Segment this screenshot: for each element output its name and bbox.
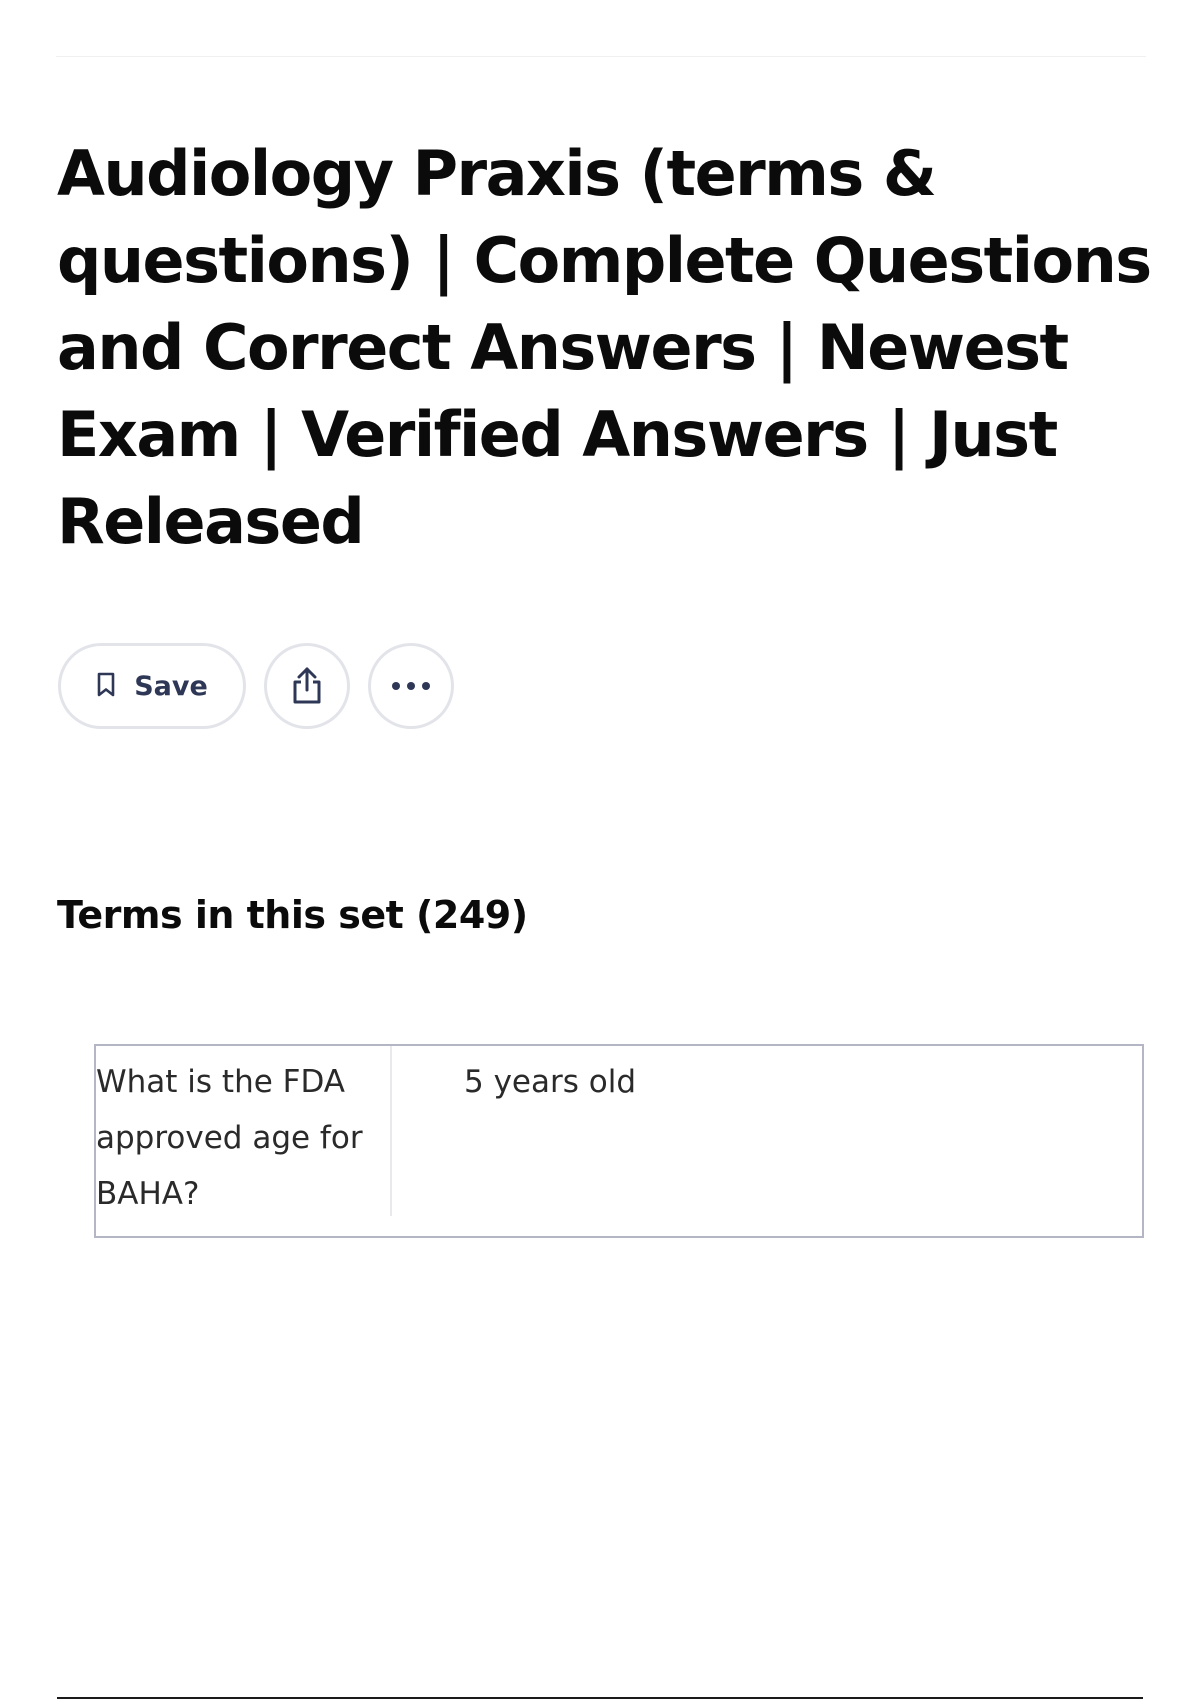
top-divider (56, 56, 1146, 57)
term-text: What is the FDA approved age for BAHA? (96, 1064, 363, 1212)
terms-section-heading: Terms in this set (249) (57, 893, 528, 937)
more-options-button[interactable] (368, 643, 454, 729)
action-bar: Save (58, 643, 472, 729)
card-divider (390, 1046, 392, 1216)
bottom-divider (57, 1697, 1143, 1699)
term-card[interactable]: What is the FDA approved age for BAHA? 5… (94, 1044, 1144, 1238)
save-button[interactable]: Save (58, 643, 246, 729)
share-icon (289, 665, 325, 708)
page-title: Audiology Praxis (terms & questions) | C… (57, 137, 1152, 558)
bookmark-icon (96, 672, 116, 701)
share-button[interactable] (264, 643, 350, 729)
definition-text: 5 years old (464, 1064, 636, 1100)
save-button-label: Save (134, 670, 208, 702)
more-dots-icon (391, 679, 431, 694)
